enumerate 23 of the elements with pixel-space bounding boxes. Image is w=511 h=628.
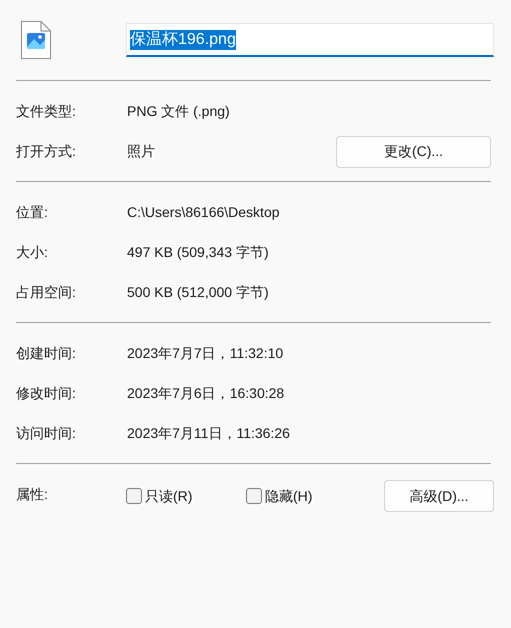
field-label: 打开方式: [16,142,77,161]
field-value: 497 KB (509,343 字节) [127,242,270,262]
field-label: 文件类型: [16,102,77,120]
field-label: 创建时间: [16,344,77,362]
field-label: 大小: [16,242,49,262]
advanced-button[interactable]: 高级(D)... [384,480,494,512]
field-label: 访问时间: [16,424,77,442]
field-label: 占用空间: [16,282,77,302]
field-value: 照片 [127,142,156,161]
field-value: 2023年7月7日，11:32:10 [127,344,284,362]
image-file-icon [21,21,51,59]
attributes-label: 属性: [16,484,49,504]
field-value: PNG 文件 (.png) [127,102,231,121]
file-name-field[interactable]: 保温杯196.png [126,23,494,57]
field-value: 2023年7月6日，16:30:28 [127,384,286,402]
change-button[interactable]: 更改(C)... [336,136,491,168]
field-value: 500 KB (512,000 字节) [127,282,270,302]
field-value: C:\Users\86166\Desktop [127,202,281,222]
field-label: 位置: [16,202,49,222]
attribute-checkbox[interactable]: 隐藏(H) [246,486,366,506]
field-label: 修改时间: [16,384,77,402]
attribute-checkbox[interactable]: 只读(R) [126,486,246,506]
field-value: 2023年7月11日，11:36:26 [127,424,291,442]
